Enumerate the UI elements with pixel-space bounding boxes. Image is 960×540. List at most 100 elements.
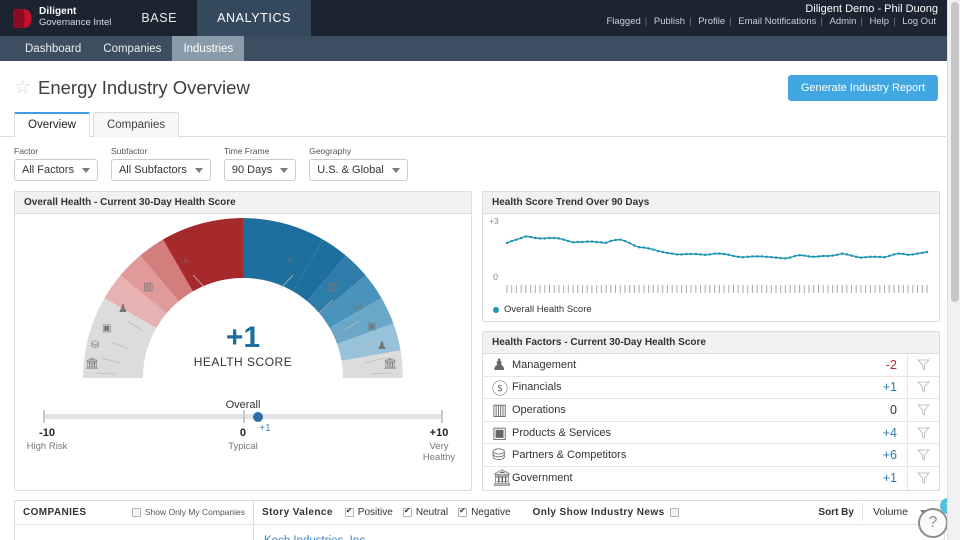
user-link-profile[interactable]: Profile [696,16,727,27]
chevron-down-icon [280,167,289,173]
page-scrollbar-thumb[interactable] [950,2,959,302]
user-link-admin[interactable]: Admin [827,16,858,27]
gauge-icon-operations-right: ▥ [327,281,338,293]
scale-mid-value: 0 [239,427,247,439]
factor-value: +4 [882,425,897,440]
chevron-down-icon [194,167,203,173]
chevron-down-icon [81,167,90,173]
sidebar-item-industries[interactable]: Industries [172,36,245,61]
nav-tab-analytics[interactable]: ANALYTICS [197,0,312,36]
valence-option-neutral[interactable]: Neutral [402,506,449,518]
table-row[interactable]: ⛁ Partners & Competitors +6 [483,444,939,467]
filter-funnel-icon[interactable] [907,444,939,466]
factor-name: Management [512,358,577,371]
filter-factor-select[interactable]: All Factors [14,159,98,181]
factor-value: +6 [882,448,897,463]
table-row[interactable]: ▥ Operations 0 [483,399,939,422]
scale-label-mid: 0 Typical [228,423,258,452]
filter-funnel-icon[interactable] [907,421,939,444]
only-industry-news-toggle[interactable]: Only Show Industry News [533,507,679,518]
table-row[interactable]: ⓢ Financials +1 [483,376,939,400]
user-link-flagged[interactable]: Flagged [604,16,642,27]
brand-logo-area[interactable]: Diligent Governance Intel [0,0,121,36]
scale-tick-max [441,410,443,423]
right-column: Health Score Trend Over 90 Days +3 0 Ove… [482,191,940,491]
star-outline-icon[interactable]: ☆ [14,78,32,97]
divider: | [860,16,863,27]
filter-funnel-icon[interactable] [907,399,939,421]
government-icon: 🏛 [492,470,513,488]
filter-funnel-icon[interactable] [907,354,939,376]
user-link-logout[interactable]: Log Out [900,16,938,27]
positive-checkbox[interactable] [344,506,354,517]
filter-geography: Geography U.S. & Global [309,146,408,181]
neutral-checkbox[interactable] [402,506,412,517]
only-industry-news-label: Only Show Industry News [532,506,665,518]
health-factors-title: Health Factors - Current 30-Day Health S… [483,332,939,354]
filter-funnel-icon[interactable] [907,466,939,490]
scale-max-caption: Very Healthy [422,441,456,463]
trend-chart: +3 0 [483,214,939,302]
legend-color-dot [493,306,499,313]
overall-health-panel-title: Overall Health - Current 30-Day Health S… [15,192,471,214]
show-only-my-companies-label: Show Only My Companies [144,507,245,518]
factor-value: 0 [890,402,897,417]
gauge-icon-partners-right: ⛁ [353,302,362,313]
neutral-label: Neutral [415,506,449,518]
table-row[interactable]: 🏛 Government +1 [483,466,939,490]
show-only-my-companies-checkbox[interactable] [131,507,141,517]
filter-time-frame-select[interactable]: 90 Days [223,159,297,181]
scale-mid-caption: Typical [228,441,258,452]
nav-tab-base[interactable]: BASE [121,0,197,36]
negative-checkbox[interactable] [458,506,468,517]
top-navigation-bar: Diligent Governance Intel BASE ANALYTICS… [0,0,960,36]
tab-overview[interactable]: Overview [14,112,90,137]
tab-companies[interactable]: Companies [92,112,180,137]
factor-name: Government [512,472,573,485]
operations-icon: ▥ [492,401,508,419]
filter-time-frame-value: 90 Days [231,164,273,176]
user-area: Diligent Demo - Phil Duong Flagged | Publ… [604,0,960,36]
scale-tick-mid [243,410,245,423]
page-title: Energy Industry Overview [38,77,250,98]
news-panel-header: Story Valence Positive Neutral Negative … [254,500,944,525]
filter-subfactor-select[interactable]: All Subfactors [110,159,211,181]
filter-time-frame-label: Time Frame [223,146,270,156]
divider: | [729,16,732,27]
valence-option-positive[interactable]: Positive [344,506,393,518]
chevron-down-icon [391,167,400,173]
filter-subfactor: Subfactor All Subfactors [110,146,211,181]
news-panel: Story Valence Positive Neutral Negative … [253,499,945,540]
sort-by-value: Volume [872,506,908,519]
sort-by-label: Sort By [818,506,854,518]
user-link-publish[interactable]: Publish [652,16,687,27]
health-score-trend-panel: Health Score Trend Over 90 Days +3 0 Ove… [482,191,940,322]
filter-subfactor-label: Subfactor [110,146,148,156]
show-only-my-companies-toggle[interactable]: Show Only My Companies [131,507,245,518]
news-story-link[interactable]: Koch Industries, Inc. [254,525,944,540]
factor-name: Products & Services [512,426,612,439]
user-link-help[interactable]: Help [868,16,892,27]
valence-option-negative[interactable]: Negative [458,506,511,518]
companies-panel: COMPANIES Show Only My Companies ★ Exxon… [14,499,253,540]
scale-track[interactable] [43,410,443,423]
user-link-email-notifications[interactable]: Email Notifications [736,16,818,27]
scale-current-marker[interactable] [253,411,263,422]
sidebar-item-companies[interactable]: Companies [92,36,172,61]
sidebar-item-dashboard[interactable]: Dashboard [14,36,92,61]
page-scrollbar[interactable] [947,0,960,540]
filter-funnel-icon[interactable] [907,376,939,399]
factor-name: Operations [512,403,566,416]
divider: | [893,16,896,27]
divider: | [644,16,648,27]
story-valence-label: Story Valence [262,506,333,518]
gauge-icon-management-left: ♟ [118,303,128,315]
app-root: Diligent Governance Intel BASE ANALYTICS… [0,0,960,540]
table-row[interactable]: ▣ Products & Services +4 [483,421,939,445]
list-item[interactable]: ★ Exxon Mobil -1 Health Score [15,525,253,540]
table-row[interactable]: ♟ Management -2 [483,354,939,377]
filter-geography-select[interactable]: U.S. & Global [309,159,408,181]
brand-subtitle: Governance Intel [39,17,112,29]
only-industry-news-checkbox[interactable] [669,507,679,517]
generate-industry-report-button[interactable]: Generate Industry Report [787,75,938,101]
